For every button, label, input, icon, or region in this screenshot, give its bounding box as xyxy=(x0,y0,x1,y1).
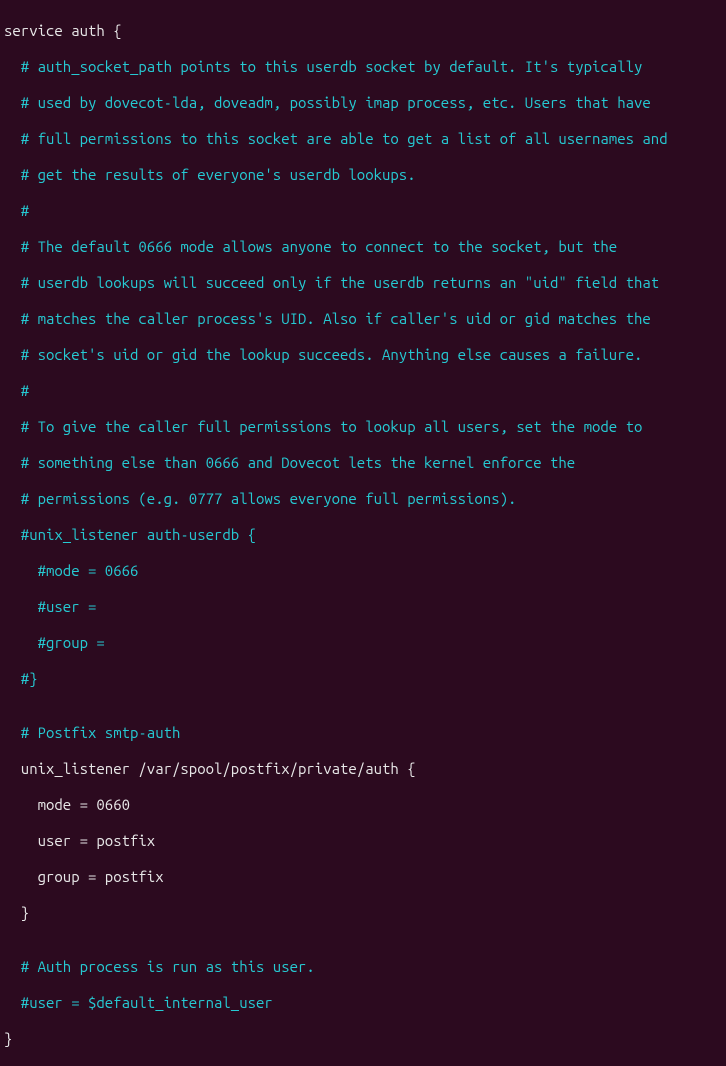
code-comment: # auth_socket_path points to this userdb… xyxy=(4,58,722,76)
code-comment: # permissions (e.g. 0777 allows everyone… xyxy=(4,490,722,508)
code-line: service auth { xyxy=(4,22,722,40)
code-comment: # get the results of everyone's userdb l… xyxy=(4,166,722,184)
code-comment: # userdb lookups will succeed only if th… xyxy=(4,274,722,292)
code-comment: # matches the caller process's UID. Also… xyxy=(4,310,722,328)
code-comment: # Auth process is run as this user. xyxy=(4,958,722,976)
code-comment: #} xyxy=(4,670,722,688)
code-line: } xyxy=(4,1030,722,1048)
code-line: user = postfix xyxy=(4,832,722,850)
code-line: mode = 0660 xyxy=(4,796,722,814)
code-comment: # full permissions to this socket are ab… xyxy=(4,130,722,148)
code-comment: #user = $default_internal_user xyxy=(4,994,722,1012)
code-comment: # The default 0666 mode allows anyone to… xyxy=(4,238,722,256)
code-comment: # To give the caller full permissions to… xyxy=(4,418,722,436)
code-comment: # something else than 0666 and Dovecot l… xyxy=(4,454,722,472)
config-code-block: service auth { # auth_socket_path points… xyxy=(4,4,722,1066)
code-comment: #group = xyxy=(4,634,722,652)
code-line: } xyxy=(4,904,722,922)
code-comment: #user = xyxy=(4,598,722,616)
code-comment: #mode = 0666 xyxy=(4,562,722,580)
code-line: group = postfix xyxy=(4,868,722,886)
code-comment: # Postfix smtp-auth xyxy=(4,724,722,742)
code-comment: # xyxy=(4,382,722,400)
code-comment: # xyxy=(4,202,722,220)
code-comment: # used by dovecot-lda, doveadm, possibly… xyxy=(4,94,722,112)
code-comment: # socket's uid or gid the lookup succeed… xyxy=(4,346,722,364)
code-line: unix_listener /var/spool/postfix/private… xyxy=(4,760,722,778)
code-comment: #unix_listener auth-userdb { xyxy=(4,526,722,544)
